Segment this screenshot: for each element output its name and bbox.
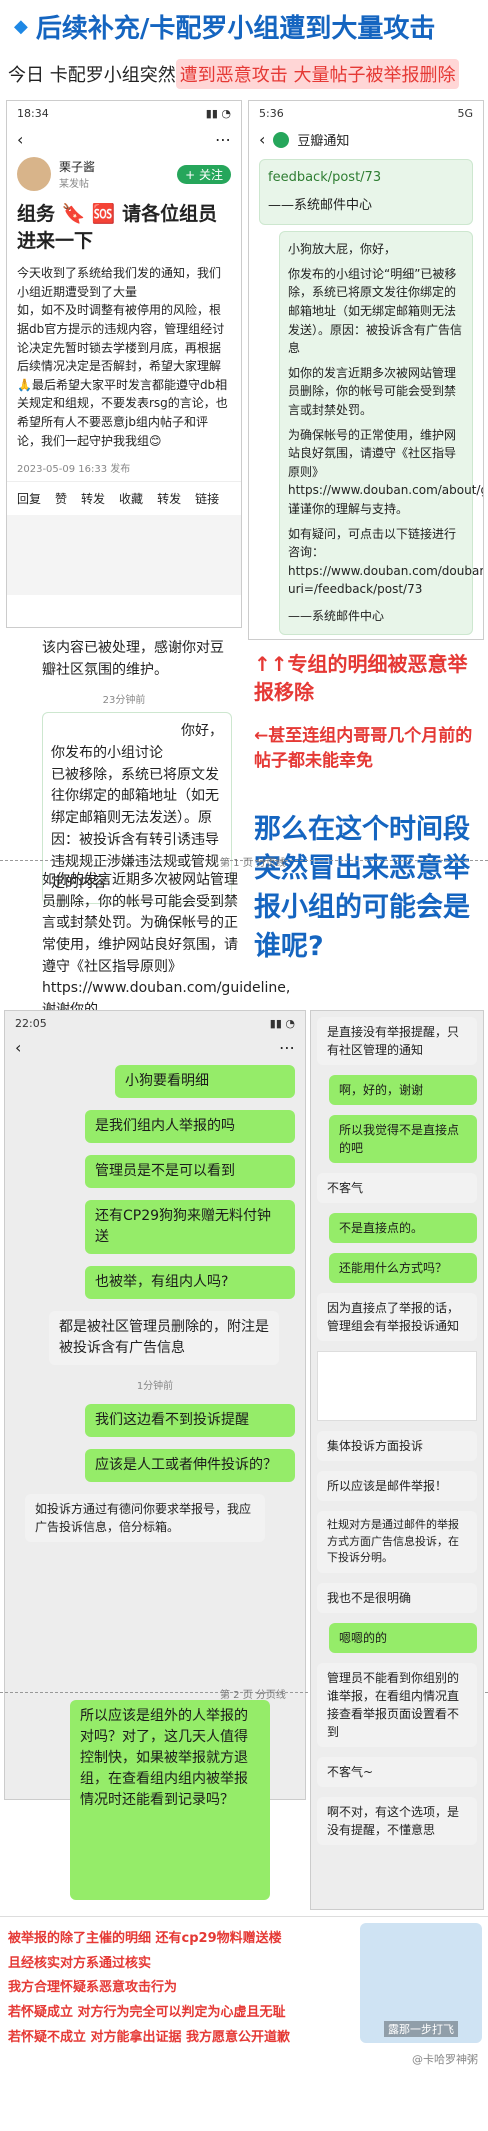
- chat-message: 小狗要看明细: [115, 1065, 295, 1098]
- chat-message: 是直接没有举报提醒，只有社区管理的通知: [317, 1017, 477, 1065]
- system-sign: ——系统邮件中心: [268, 198, 373, 214]
- status-bar: 5:36 5G: [249, 101, 483, 126]
- footer-line: 若怀疑不成立 对方能拿出证据 我方愿意公开道歉: [8, 2029, 291, 2045]
- signal-icon: ▮▮ ◔: [205, 107, 231, 120]
- chat-message: 所以我觉得不是直接点的吧: [329, 1115, 477, 1163]
- chat-message: 还有CP29狗狗来赠无料付钟送: [85, 1200, 295, 1254]
- chat-message: 也被举，有组内人吗?: [85, 1266, 295, 1299]
- footer-line: 若怀疑成立 对方行为完全可以判定为心虚且无耻: [8, 2005, 286, 2021]
- note-older-posts: ←甚至连组内哥哥几个月前的帖子都未能幸免: [254, 726, 473, 771]
- follow-button[interactable]: + 关注: [177, 164, 231, 184]
- subtitle-prefix: 今日 卡配罗小组突然: [8, 65, 176, 86]
- chat-message: 所以应该是邮件举报！: [317, 1471, 477, 1501]
- sticker-image: 露那一步打飞: [360, 1923, 482, 2043]
- post-meta: 2023-05-09 16:33 发布: [17, 464, 131, 476]
- footer: 被举报的除了主催的明细 还有cp29物料赠送楼 且经核实对方系通过核实 我方合理…: [0, 1916, 488, 2131]
- more-icon[interactable]: ⋯: [215, 130, 231, 149]
- chat-message: 我也不是很明确: [317, 1582, 477, 1613]
- footer-line: 且经核实对方系通过核实: [8, 1955, 152, 1971]
- chat-message: 都是被社区管理员删除的，附注是被投诉含有广告信息: [49, 1311, 279, 1365]
- status-bar: 18:34 ▮▮ ◔: [7, 101, 241, 126]
- chat-message: 管理员不能看到你组别的谁举报，在看组内情况直接查看举报页面设置看不到: [317, 1662, 477, 1747]
- status-time: 5:36: [259, 107, 284, 120]
- notice-body-2: 如你的发言近期多次被网站管理员删除，你的帐号可能会受到禁言或封禁处罚。: [288, 365, 457, 418]
- screenshot-chat-right: 是直接没有举报提醒，只有社区管理的通知 啊，好的，谢谢 所以我觉得不是直接点的吧…: [310, 1010, 484, 1910]
- tab-share[interactable]: 转发: [81, 490, 105, 507]
- signal-icon: 5G: [457, 107, 473, 120]
- tab-reply[interactable]: 回复: [17, 490, 41, 507]
- more-icon[interactable]: ⋯: [279, 1038, 295, 1057]
- page-caption-2: 第 2 页 分页线: [220, 1690, 286, 1701]
- removal-body-1a: 你发布的小组讨论: [51, 745, 163, 762]
- subtitle-highlight: 遭到恶意攻击 大量帖子被举报删除: [175, 59, 460, 89]
- removal-body-2: 如你的发言近期多次被网站管理员删除，你的帐号可能会受到禁言或封禁处罚。为确保帐号…: [42, 872, 291, 1018]
- notice-greeting: 小狗放大屁，你好，: [288, 242, 397, 257]
- footer-line: 我方合理怀疑系恶意攻击行为: [8, 1980, 178, 1996]
- chat-message: 应该是人工或者伸件投诉的？: [85, 1449, 295, 1482]
- comment-area: [7, 515, 241, 596]
- diamond-icon: ◆: [14, 15, 28, 37]
- chat-message: 还能用什么方式吗？: [329, 1253, 477, 1283]
- chat-message: 不是直接点的。: [329, 1213, 477, 1243]
- tab-like[interactable]: 赞: [55, 490, 67, 507]
- chat-message: 不客气: [317, 1173, 477, 1203]
- time-stamp: 23分钟前: [102, 695, 146, 707]
- processed-text: 该内容已被处理，感谢你对豆瓣社区氛围的维护。: [42, 640, 224, 678]
- tab-collect[interactable]: 收藏: [119, 490, 143, 507]
- footer-line: 被举报的除了主催的明细 还有cp29物料赠送楼: [8, 1931, 282, 1946]
- post-tabs: 回复 赞 转发 收藏 转发 链接: [7, 481, 241, 515]
- page-title: 后续补充/卡配罗小组遭到大量攻击: [35, 13, 436, 44]
- douban-logo-icon: [273, 131, 290, 148]
- chat-message: 如投诉方通过有德问你要求举报号，我应广告投诉信息，倍分标箱。: [25, 1494, 265, 1542]
- notice-app-title: 豆瓣通知: [297, 134, 350, 149]
- screenshot-thumbnail[interactable]: [317, 1351, 477, 1421]
- status-time: 22:05: [15, 1017, 47, 1030]
- screenshot-chat-left: 22:05 ▮▮ ◔ ‹ ⋯ 小狗要看明细 是我们组内人举报的吗 管理员是不是可以…: [4, 1010, 306, 1800]
- back-icon[interactable]: ‹: [15, 1038, 21, 1057]
- avatar[interactable]: [17, 157, 51, 191]
- back-icon[interactable]: ‹: [259, 130, 265, 149]
- chat-message: 所以应该是组外的人举报的对吗？对了，这几天人值得控制快，如果被举报就方退组，在查…: [70, 1700, 270, 1900]
- page-header: ◆ 后续补充/卡配罗小组遭到大量攻击: [0, 0, 488, 52]
- chat-message: 啊不对，有这个选项，是没有提醒，不懂意思: [317, 1796, 477, 1845]
- chat-message: 不客气~: [317, 1756, 477, 1787]
- watermark: @卡哈罗神粥: [412, 2053, 478, 2066]
- status-time: 18:34: [17, 107, 49, 120]
- chat-message: 集体投诉方面投诉: [317, 1431, 477, 1461]
- screenshot-douban-notice: 5:36 5G ‹ 豆瓣通知 feedback/post/73 ——系统邮件中心 …: [248, 100, 484, 640]
- page-caption-1: 第 1 页 分页线: [220, 858, 286, 869]
- chat-message: 啊，好的，谢谢: [329, 1075, 477, 1105]
- chat-message: 嗯嗯的的: [329, 1622, 477, 1653]
- post-author[interactable]: 栗子酱: [59, 158, 95, 175]
- screenshot-group-post: 18:34 ▮▮ ◔ ‹ ⋯ 栗子酱 某发帖 + 关注 组务 🔖 🆘 请各位组员进…: [6, 100, 242, 628]
- removal-greeting: 你好，: [181, 723, 223, 740]
- back-icon[interactable]: ‹: [17, 130, 23, 149]
- notice-top-bubble: feedback/post/73 ——系统邮件中心: [259, 159, 473, 226]
- chat-message: 因为直接点了举报的话，管理组会有举报投诉通知: [317, 1293, 477, 1341]
- post-title: 组务 🔖 🆘 请各位组员进来一下: [17, 203, 218, 252]
- notice-main-bubble: 小狗放大屁，你好， 你发布的小组讨论“明细”已被移除，系统已将原文发往你绑定的邮…: [279, 231, 483, 635]
- status-bar: 22:05 ▮▮ ◔: [5, 1011, 305, 1036]
- post-body: 今天收到了系统给我们发的通知，我们小组近期遭受到了大量 如，如不及时调整有被停用…: [17, 266, 228, 448]
- system-sign-2: ——系统邮件中心: [288, 608, 385, 623]
- post-author-meta: 某发帖: [59, 179, 89, 190]
- chat-message: 是我们组内人举报的吗: [85, 1110, 295, 1143]
- page-subtitle: 今日 卡配罗小组突然 遭到恶意攻击 大量帖子被举报删除: [0, 56, 488, 92]
- footer-text: 被举报的除了主催的明细 还有cp29物料赠送楼 且经核实对方系通过核实 我方合理…: [8, 1927, 348, 2050]
- tab-link[interactable]: 链接: [195, 490, 219, 507]
- notice-body-1: 你发布的小组讨论“明细”已被移除，系统已将原文发往你绑定的邮箱地址（如无绑定邮箱…: [288, 266, 463, 356]
- tab-forward[interactable]: 转发: [157, 490, 181, 507]
- notice-body-3: 为确保帐号的正常使用，维护网站良好氛围，请遵守《社区指导原则》https://w…: [288, 427, 483, 516]
- signal-icon: ▮▮ ◔: [269, 1017, 295, 1030]
- chat-message: 管理员是不是可以看到: [85, 1155, 295, 1188]
- chat-message: 社规对方是通过邮件的举报方式方面广告信息投诉，在下投诉分明。: [317, 1511, 477, 1573]
- feedback-link[interactable]: feedback/post/73: [268, 168, 464, 188]
- notice-body-4: 如有疑问，可点击以下链接进行咨询：https://www.douban.com/…: [288, 526, 483, 597]
- chat-time: 1分钟前: [136, 1381, 174, 1392]
- note-detail-removed: ↑↑专组的明细被恶意举报移除: [254, 652, 468, 704]
- sticker-text: 露那一步打飞: [384, 2021, 458, 2037]
- chat-message: 我们这边看不到投诉提醒: [85, 1404, 295, 1437]
- note-question: 那么在这个时间段突然冒出来恶意举报小组的可能会是谁呢?: [254, 814, 470, 963]
